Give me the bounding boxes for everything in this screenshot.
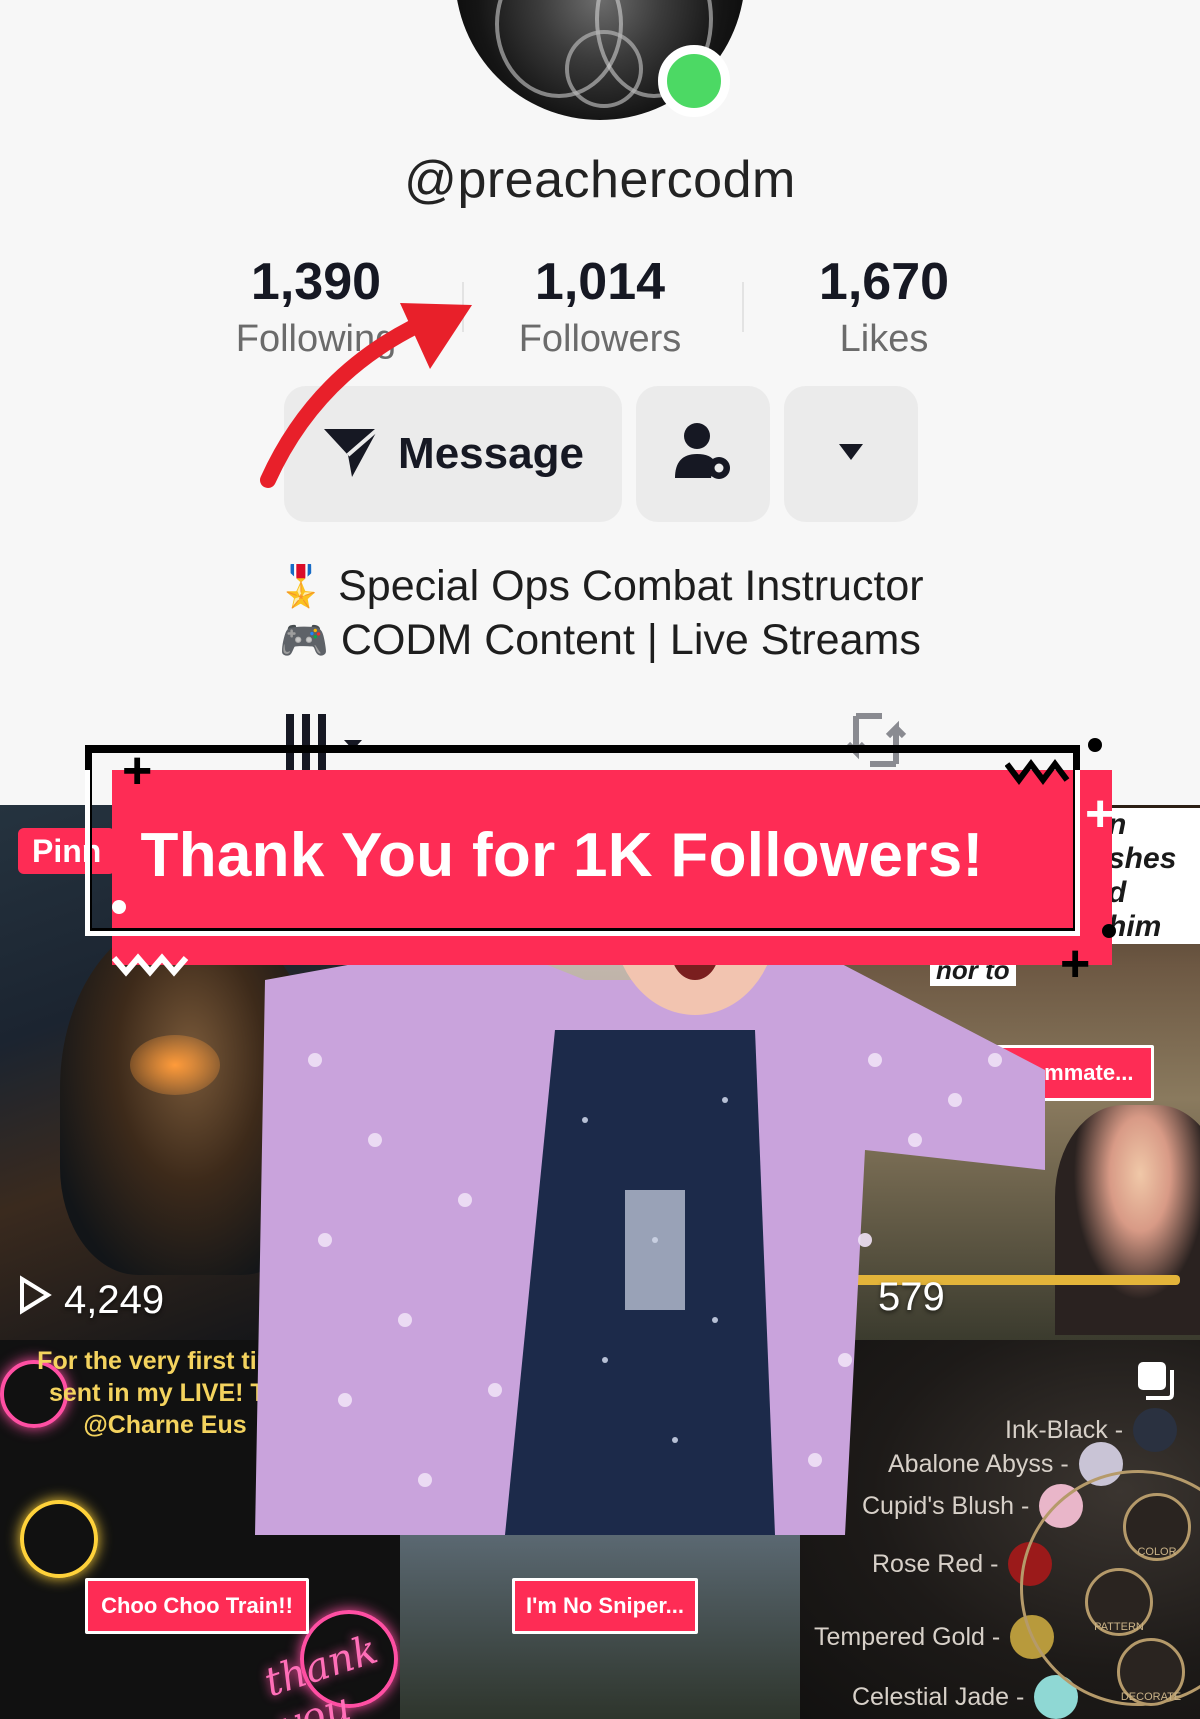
bio-line-2-text: CODM Content | Live Streams — [340, 616, 921, 664]
view-count-value: 4,249 — [64, 1277, 165, 1322]
tile-3-caption: n shes d him — [1108, 808, 1200, 944]
friend-settings-button[interactable] — [636, 386, 770, 522]
banner-title: Thank You for 1K Followers! — [140, 820, 984, 890]
color-swatch — [1133, 1408, 1178, 1452]
caption-line: n — [1108, 808, 1127, 841]
bio-line-1: 🎖️ Special Ops Combat Instructor — [0, 559, 1200, 614]
play-icon — [18, 1275, 52, 1325]
wheel-label: PATTERN — [1094, 1621, 1144, 1633]
video-view-count: 4,249 — [18, 1275, 164, 1325]
tile-4-title-tag: Choo Choo Train!! — [85, 1578, 309, 1634]
gamepad-icon: 🎮 — [279, 619, 329, 663]
stat-likes-value: 1,670 — [818, 253, 950, 311]
bio-line-1-text: Special Ops Combat Instructor — [338, 562, 924, 610]
color-option: Tempered Gold - — [814, 1615, 1055, 1659]
caret-down-icon — [837, 442, 865, 467]
tile-thumbnail-glow — [130, 1035, 220, 1095]
stat-followers-label: Followers — [518, 318, 682, 360]
bio-line-2: 🎮 CODM Content | Live Streams — [0, 613, 1200, 668]
zigzag-decoration — [112, 953, 189, 977]
medal-icon: 🎖️ — [276, 565, 327, 609]
stat-followers[interactable]: 1,014 Followers — [480, 252, 720, 366]
red-arrow-annotation — [260, 303, 472, 488]
wheel-label: COLOR — [1137, 1546, 1177, 1558]
overlay-person — [255, 940, 1045, 1535]
plus-decoration: + — [122, 742, 153, 800]
caption-line: him — [1108, 910, 1162, 943]
wheel-decorate-button: DECORATE — [1117, 1638, 1185, 1706]
dot-decoration — [112, 900, 126, 914]
add-friend-settings-icon — [671, 420, 735, 489]
stat-likes-label: Likes — [839, 318, 929, 360]
wheel-label: DECORATE — [1120, 1691, 1182, 1703]
tile-5-title-tag: I'm No Sniper... — [512, 1578, 698, 1634]
color-option-label: Rose Red - — [872, 1549, 999, 1578]
copy-icon — [1134, 1358, 1180, 1409]
profile-username: @preachercodm — [404, 151, 796, 209]
stat-divider — [742, 282, 744, 332]
avatar-skull — [565, 30, 643, 108]
color-option-label: Tempered Gold - — [814, 1622, 1001, 1651]
caption-line: d — [1108, 876, 1127, 909]
plus-decoration: + — [1060, 935, 1091, 993]
color-option-label: Celestial Jade - — [852, 1682, 1025, 1711]
neon-decoration — [20, 1500, 98, 1578]
wheel-color-button: COLOR — [1123, 1493, 1191, 1561]
online-status-dot — [658, 45, 730, 117]
more-options-button[interactable] — [784, 386, 918, 522]
stat-followers-value: 1,014 — [534, 253, 666, 311]
plus-decoration: + — [1085, 785, 1116, 843]
dot-decoration — [1088, 738, 1102, 752]
wheel-pattern-button: PATTERN — [1085, 1568, 1153, 1636]
color-option: Celestial Jade - — [852, 1675, 1079, 1719]
caption-line: shes — [1108, 842, 1177, 875]
zigzag-decoration — [1005, 759, 1070, 785]
dot-decoration — [1102, 924, 1116, 938]
stat-likes[interactable]: 1,670 Likes — [764, 252, 1004, 366]
